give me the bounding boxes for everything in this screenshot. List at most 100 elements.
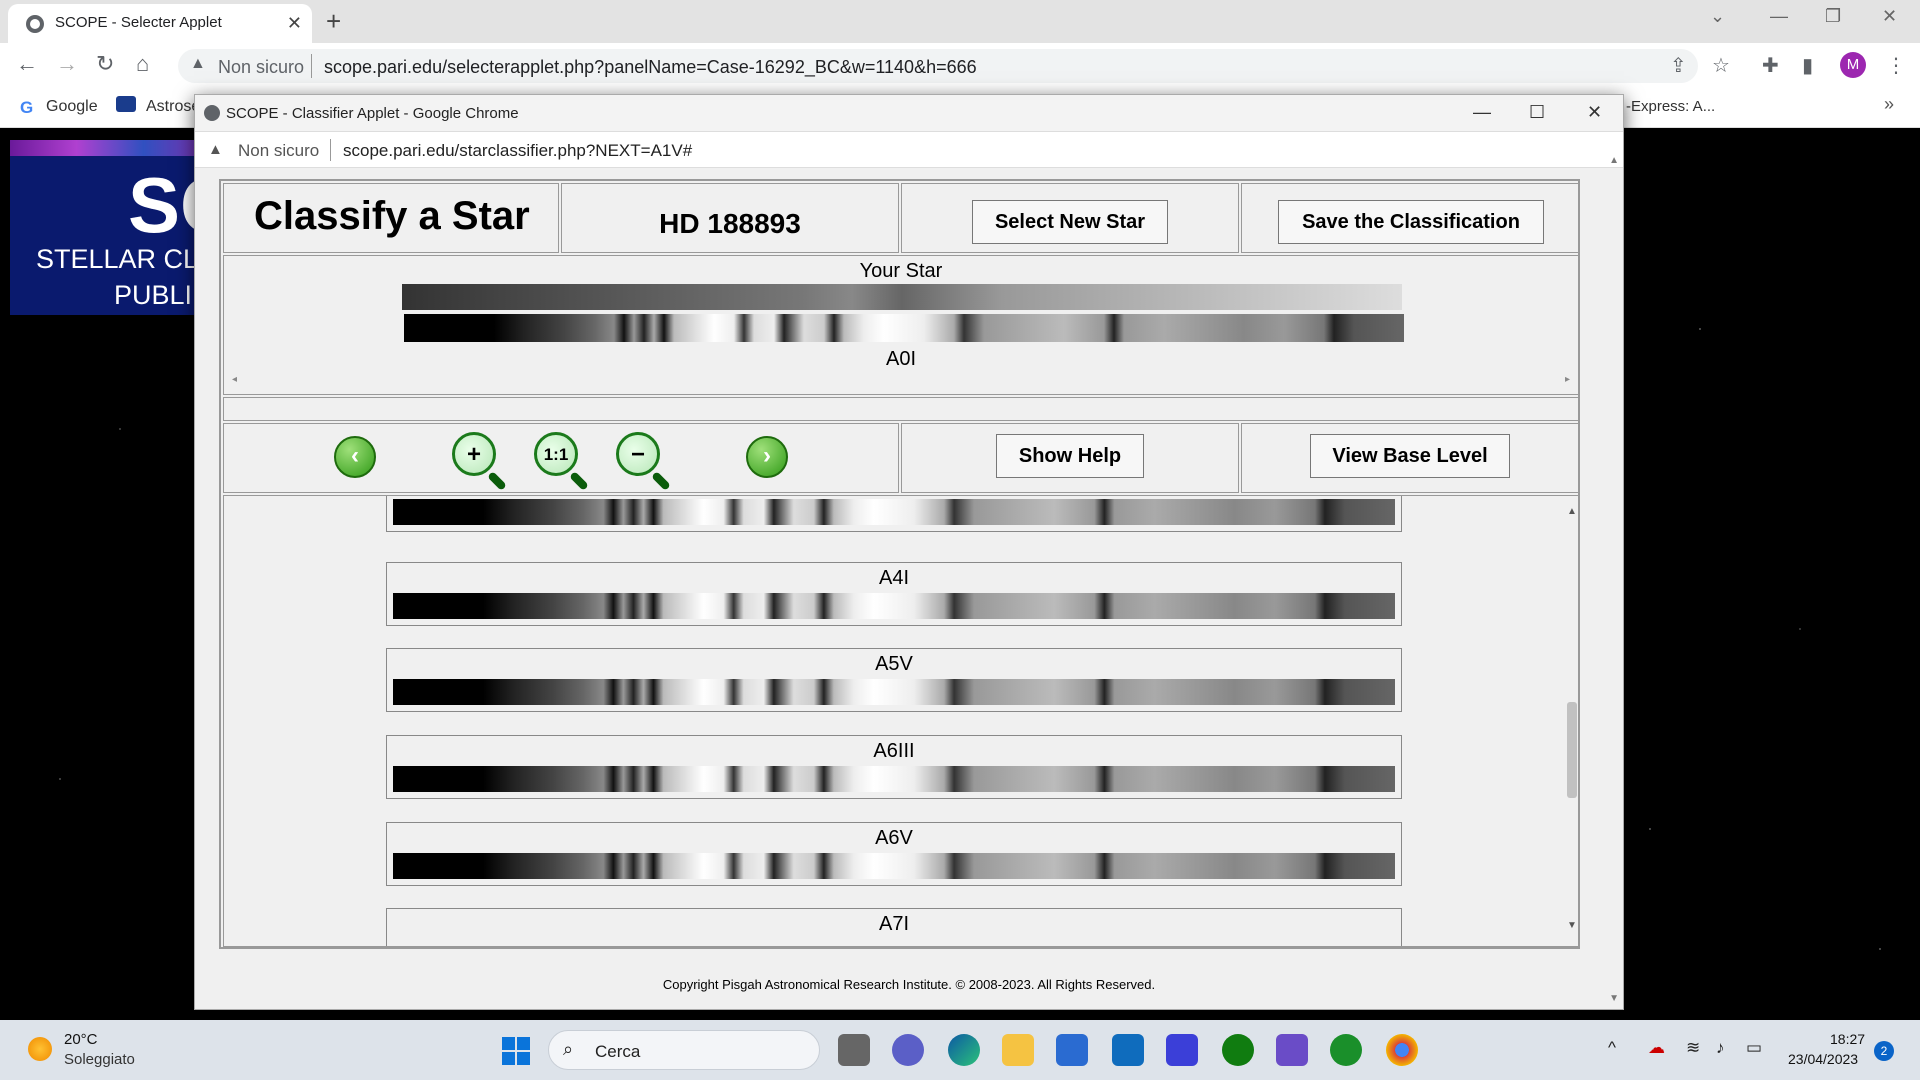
share-icon[interactable]: ⇪ <box>1670 53 1687 78</box>
logo-subtitle-1: STELLAR CL <box>36 244 199 274</box>
view-base-level-button[interactable]: View Base Level <box>1310 434 1510 478</box>
taskbar-search[interactable]: ⌕ Cerca <box>548 1030 820 1070</box>
menu-icon[interactable]: ⋮ <box>1886 53 1906 78</box>
edge-icon[interactable] <box>948 1034 980 1066</box>
volume-icon[interactable]: ♪ <box>1716 1038 1725 1058</box>
warning-icon: ▲ <box>190 55 206 72</box>
your-star-label: Your Star <box>859 260 943 282</box>
popup-title: SCOPE - Classifier Applet - Google Chrom… <box>226 105 519 122</box>
zoom-in-icon[interactable]: + <box>452 432 496 476</box>
zoom-controls: ‹ + 1:1 − › <box>223 423 899 493</box>
chevron-up-icon[interactable]: ^ <box>1608 1038 1616 1058</box>
bookmark-express[interactable]: -Express: A... <box>1626 98 1715 115</box>
close-icon[interactable]: ✕ <box>1587 102 1602 123</box>
forward-icon[interactable]: → <box>56 51 78 77</box>
sun-icon[interactable] <box>28 1037 52 1061</box>
page-scroll-down-icon[interactable]: ▼ <box>1609 993 1619 1004</box>
astrose-icon <box>116 96 136 112</box>
mail-icon[interactable] <box>1112 1034 1144 1066</box>
side-panel-icon[interactable]: ▮ <box>1802 53 1813 78</box>
popup-title-bar: SCOPE - Classifier Applet - Google Chrom… <box>195 95 1623 132</box>
app-icon[interactable] <box>1166 1034 1198 1066</box>
restore-icon[interactable]: ❐ <box>1825 6 1841 27</box>
reference-spectrum-panel[interactable] <box>386 496 1402 532</box>
search-icon: ⌕ <box>563 1039 574 1059</box>
reference-label: A6V <box>875 827 913 849</box>
popup-address-bar: ▲ Non sicuro scope.pari.edu/starclassifi… <box>195 132 1623 168</box>
list-scrollbar[interactable]: ▲ ▼ <box>1564 506 1578 934</box>
page-scroll-up-icon[interactable]: ▲ <box>1609 155 1619 166</box>
zoom-out-icon[interactable]: − <box>616 432 660 476</box>
maximize-icon[interactable]: ☐ <box>1529 102 1545 123</box>
profile-avatar[interactable]: M <box>1840 52 1866 78</box>
warning-icon: ▲ <box>208 141 223 158</box>
clipchamp-icon[interactable] <box>1276 1034 1308 1066</box>
divider <box>311 54 312 78</box>
task-view-icon[interactable] <box>838 1034 870 1066</box>
logo-strip <box>10 140 210 156</box>
more-bookmarks-icon[interactable]: » <box>1884 94 1894 115</box>
show-help-button[interactable]: Show Help <box>996 434 1144 478</box>
reference-spectrum-panel[interactable]: A6V <box>386 822 1402 886</box>
bookmark-astrose[interactable]: Astrose <box>146 98 200 116</box>
address-bar[interactable]: ▲ Non sicuro scope.pari.edu/selecterappl… <box>178 49 1698 83</box>
reference-spectrum-panel[interactable]: A5V <box>386 648 1402 712</box>
reference-spectrum-panel[interactable]: A6III <box>386 735 1402 799</box>
bookmark-google[interactable]: Google <box>46 98 98 116</box>
reference-spectrum-panel[interactable]: A7I <box>386 908 1402 946</box>
divider <box>330 139 331 161</box>
zoom-reset-icon[interactable]: 1:1 <box>534 432 578 476</box>
scroll-right-icon[interactable]: ▸ <box>1565 374 1570 385</box>
base-level-cell: View Base Level <box>1241 423 1579 493</box>
clock-time[interactable]: 18:27 <box>1830 1031 1865 1047</box>
clock-date[interactable]: 23/04/2023 <box>1788 1051 1858 1067</box>
wifi-icon[interactable]: ≋ <box>1686 1038 1700 1058</box>
google-icon: G <box>20 98 34 117</box>
file-explorer-icon[interactable] <box>1002 1034 1034 1066</box>
tab-search-icon[interactable]: ⌄ <box>1710 6 1725 27</box>
help-cell: Show Help <box>901 423 1239 493</box>
browser-toolbar: ← → ↻ ⌂ ▲ Non sicuro scope.pari.edu/sele… <box>0 43 1920 88</box>
battery-icon[interactable]: ▭ <box>1746 1038 1762 1058</box>
onedrive-icon[interactable]: ☁ <box>1648 1038 1665 1058</box>
save-classification-button[interactable]: Save the Classification <box>1278 200 1544 244</box>
chrome-icon[interactable] <box>1386 1034 1418 1066</box>
new-tab-icon[interactable]: + <box>326 6 341 37</box>
meet-icon[interactable] <box>892 1034 924 1066</box>
url-text[interactable]: scope.pari.edu/selecterapplet.php?panelN… <box>324 57 977 78</box>
reference-spectra-list[interactable]: A4I A5V A6III A6V A7I ▲ ▼ <box>223 495 1579 947</box>
browser-tab-bar: SCOPE - Selecter Applet ✕ + ⌄ — ❐ ✕ <box>0 0 1920 43</box>
applet-title: Classify a Star <box>254 194 530 238</box>
weather-temp[interactable]: 20°C <box>64 1031 98 1048</box>
browser-tab[interactable]: SCOPE - Selecter Applet ✕ <box>8 4 312 43</box>
scroll-up-icon[interactable]: ▲ <box>1567 506 1577 517</box>
start-icon[interactable] <box>502 1037 530 1065</box>
scroll-down-icon[interactable]: ▼ <box>1567 920 1577 931</box>
reload-icon[interactable]: ↻ <box>96 51 114 77</box>
scroll-thumb[interactable] <box>1567 702 1577 798</box>
spacer-row <box>223 397 1579 421</box>
reference-spectrum <box>393 853 1395 879</box>
app-icon[interactable] <box>1330 1034 1362 1066</box>
close-tab-icon[interactable]: ✕ <box>287 13 302 34</box>
home-icon[interactable]: ⌂ <box>136 51 149 77</box>
select-new-star-button[interactable]: Select New Star <box>972 200 1168 244</box>
reference-spectrum-panel[interactable]: A4I <box>386 562 1402 626</box>
notification-badge[interactable]: 2 <box>1874 1041 1894 1061</box>
xbox-icon[interactable] <box>1222 1034 1254 1066</box>
copyright-text: Copyright Pisgah Astronomical Research I… <box>662 977 1156 992</box>
minimize-icon[interactable]: — <box>1473 102 1491 123</box>
store-icon[interactable] <box>1056 1034 1088 1066</box>
scroll-left-icon[interactable]: ◂ <box>232 374 237 385</box>
previous-arrow-icon[interactable]: ‹ <box>334 436 376 478</box>
next-arrow-icon[interactable]: › <box>746 436 788 478</box>
weather-condition[interactable]: Soleggiato <box>64 1051 135 1068</box>
back-icon[interactable]: ← <box>16 51 38 77</box>
star-name-cell: HD 188893 <box>561 183 899 253</box>
popup-url[interactable]: scope.pari.edu/starclassifier.php?NEXT=A… <box>343 141 692 161</box>
extensions-icon[interactable]: ✚ <box>1762 53 1779 78</box>
close-window-icon[interactable]: ✕ <box>1882 6 1897 27</box>
minimize-icon[interactable]: — <box>1770 6 1788 27</box>
not-secure-label: Non sicuro <box>238 141 320 160</box>
bookmark-star-icon[interactable]: ☆ <box>1712 53 1730 78</box>
